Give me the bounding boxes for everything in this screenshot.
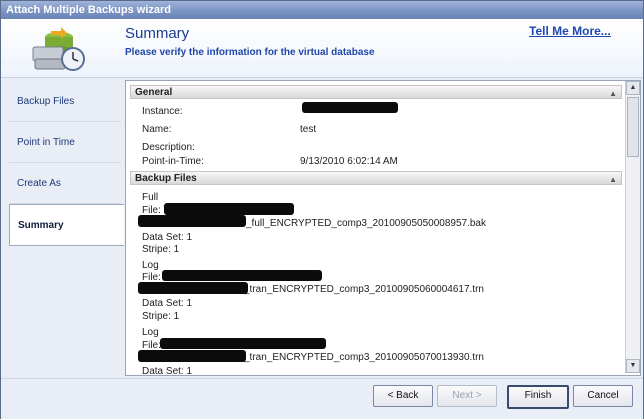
backup-stripe: Stripe: 1 <box>142 244 180 255</box>
sidebar-item-summary[interactable]: Summary <box>9 204 124 246</box>
summary-panel: General ▲ Instance: Name: test Descripti… <box>125 80 641 376</box>
name-label: Name: <box>142 124 172 135</box>
cancel-button[interactable]: Cancel <box>573 385 633 407</box>
redacted-path <box>164 203 294 215</box>
backup-files-heading: Backup Files <box>135 173 197 184</box>
collapse-icon[interactable]: ▲ <box>609 87 617 101</box>
backup-type: Full <box>142 192 159 203</box>
scroll-down-icon[interactable]: ▼ <box>626 359 640 373</box>
redacted-path <box>138 350 246 362</box>
redacted-path <box>160 338 326 349</box>
tell-me-more-link[interactable]: Tell Me More... <box>529 24 611 38</box>
redacted-path <box>138 215 246 227</box>
wizard-steps: Backup Files Point in Time Create As Sum… <box>9 81 124 371</box>
next-button[interactable]: Next > <box>437 385 497 407</box>
backup-file-name: _tran_ENCRYPTED_comp3_20100905070013930.… <box>244 352 484 363</box>
name-value: test <box>300 124 317 135</box>
sidebar-item-point-in-time[interactable]: Point in Time <box>9 122 121 163</box>
backup-file-name: _full_ENCRYPTED_comp3_20100905050008957.… <box>246 218 486 229</box>
collapse-icon[interactable]: ▲ <box>609 173 617 187</box>
sidebar-item-backup-files[interactable]: Backup Files <box>9 81 121 122</box>
scroll-up-icon[interactable]: ▲ <box>626 81 640 95</box>
database-backup-icon <box>32 27 85 71</box>
page-subtitle: Please verify the information for the vi… <box>125 47 375 58</box>
wizard-window: Attach Multiple Backups wizard Summary P… <box>0 0 644 419</box>
backup-file-name: _tran_ENCRYPTED_comp3_20100905060004617.… <box>244 284 484 295</box>
page-title: Summary <box>125 25 190 42</box>
point-in-time-value: 9/13/2010 6:02:14 AM <box>300 156 398 167</box>
scroll-thumb[interactable] <box>627 97 639 157</box>
wizard-header: Summary Please verify the information fo… <box>1 19 643 78</box>
window-title: Attach Multiple Backups wizard <box>1 1 643 19</box>
backup-data-set: Data Set: 1 <box>142 298 193 309</box>
wizard-footer: < Back Next > Finish Cancel <box>1 378 643 419</box>
sidebar-item-create-as[interactable]: Create As <box>9 163 121 204</box>
summary-content: General ▲ Instance: Name: test Descripti… <box>126 81 625 376</box>
backup-data-set: Data Set: 1 <box>142 232 193 243</box>
backup-type: Log <box>142 260 159 271</box>
point-in-time-label: Point-in-Time: <box>142 156 204 167</box>
general-heading: General <box>135 87 173 98</box>
description-label: Description: <box>142 142 195 153</box>
backup-files-section-header[interactable]: Backup Files ▲ <box>130 171 622 185</box>
back-button[interactable]: < Back <box>373 385 433 407</box>
backup-stripe: Stripe: 1 <box>142 311 180 322</box>
finish-button[interactable]: Finish <box>507 385 569 409</box>
instance-label: Instance: <box>142 106 183 117</box>
backup-type: Log <box>142 327 159 338</box>
redacted-path <box>162 270 322 281</box>
vertical-scrollbar[interactable]: ▲ ▼ <box>625 81 640 373</box>
general-section-header[interactable]: General ▲ <box>130 85 622 99</box>
redacted-path <box>138 282 248 294</box>
redacted-instance <box>302 102 398 113</box>
backup-data-set: Data Set: 1 <box>142 366 193 376</box>
